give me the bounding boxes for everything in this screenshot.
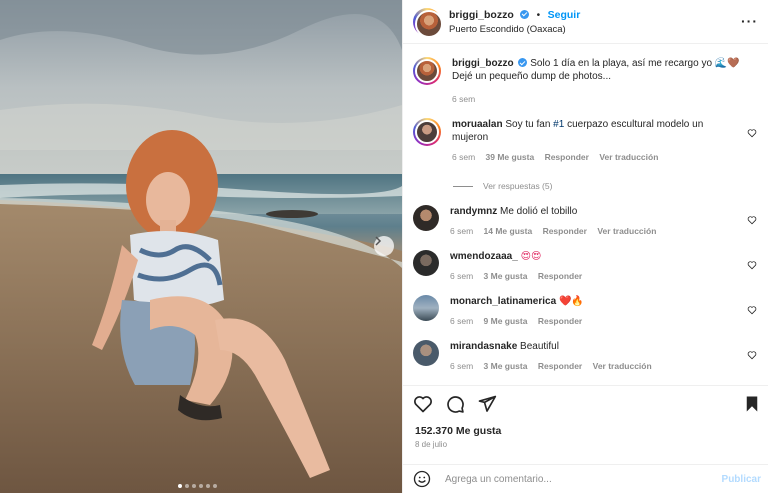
instagram-post: briggi_bozzo • Seguir Puerto Escondido (…: [0, 0, 768, 493]
author-avatar[interactable]: [413, 7, 443, 38]
carousel-dot: [192, 484, 196, 488]
comment: moruaalan Soy tu fan #1 cuerpazo escultu…: [413, 118, 759, 164]
comment: randymnz Me dolió el tobillo 6 sem 14 Me…: [413, 205, 759, 238]
post-location[interactable]: Puerto Escondido (Oaxaca): [449, 23, 580, 37]
comment-time: 6 sem: [450, 361, 474, 371]
caption: briggi_bozzo Solo 1 día en la playa, así…: [413, 57, 759, 106]
author-username[interactable]: briggi_bozzo: [449, 9, 514, 21]
send-icon[interactable]: [477, 394, 497, 414]
comment-avatar[interactable]: [413, 340, 439, 366]
comment-time: 6 sem: [452, 152, 476, 162]
comment-like-heart-icon[interactable]: [747, 215, 757, 225]
comment-likes[interactable]: 3 Me gusta: [484, 361, 528, 371]
reply-button[interactable]: Responder: [538, 316, 582, 326]
carousel-dot: [206, 484, 210, 488]
comment-hashtag-link[interactable]: #1: [553, 119, 564, 130]
comment-username[interactable]: moruaalan: [452, 119, 503, 130]
comment-like-heart-icon[interactable]: [747, 260, 757, 270]
comment-username[interactable]: monarch_latinamerica: [450, 296, 556, 307]
carousel-next-button[interactable]: [374, 236, 394, 256]
comment-composer: Publicar: [403, 464, 768, 493]
comment-avatar[interactable]: [413, 250, 439, 276]
comment-body: wmendozaaa_ 😍😍 6 sem 3 Me gusta Responde…: [450, 250, 740, 283]
comment-text: Soy tu fan: [505, 119, 554, 130]
comment-likes[interactable]: 9 Me gusta: [484, 316, 528, 326]
comment-time: 6 sem: [450, 316, 474, 326]
comment-like-heart-icon[interactable]: [747, 128, 757, 138]
caption-username[interactable]: briggi_bozzo: [452, 58, 514, 69]
comment-likes[interactable]: 39 Me gusta: [486, 152, 535, 162]
comment-text: Me dolió el tobillo: [500, 206, 578, 217]
replies-divider: [453, 185, 473, 187]
comment-username[interactable]: wmendozaaa_: [450, 251, 518, 262]
comment-meta: 6 sem 3 Me gusta Responder Ver traducció…: [450, 360, 740, 373]
comment-like-heart-icon[interactable]: [747, 350, 757, 360]
comment-text: Beautiful: [520, 341, 559, 352]
reply-button[interactable]: Responder: [538, 361, 582, 371]
carousel-dot: [185, 484, 189, 488]
comment: monarch_latinamerica ❤️🔥 6 sem 9 Me gust…: [413, 295, 759, 328]
carousel-dot: [199, 484, 203, 488]
reply-button[interactable]: Responder: [545, 152, 589, 162]
caption-time: 6 sem: [452, 94, 476, 104]
comment-body: monarch_latinamerica ❤️🔥 6 sem 9 Me gust…: [450, 295, 740, 328]
post-header: briggi_bozzo • Seguir Puerto Escondido (…: [403, 0, 768, 44]
post-actions: [403, 385, 768, 421]
comment-input[interactable]: [445, 473, 705, 485]
comment: mirandasnake Beautiful 6 sem 3 Me gusta …: [413, 340, 759, 373]
view-replies-label: Ver respuestas (5): [483, 181, 553, 191]
comment-meta: 6 sem 3 Me gusta Responder: [450, 270, 740, 283]
comment-avatar[interactable]: [413, 205, 439, 231]
comment-like-heart-icon[interactable]: [747, 305, 757, 315]
likes-count[interactable]: 152.370 Me gusta: [415, 425, 501, 437]
comment-body: randymnz Me dolió el tobillo 6 sem 14 Me…: [450, 205, 740, 238]
bookmark-icon[interactable]: [743, 395, 761, 413]
comment-text: ❤️🔥: [558, 296, 584, 307]
chevron-right-icon: [375, 236, 382, 246]
comment-username[interactable]: mirandasnake: [450, 341, 517, 352]
verified-badge-icon: [518, 58, 528, 67]
comment-avatar[interactable]: [413, 295, 439, 321]
separator-dot: •: [536, 9, 541, 21]
comment-username[interactable]: randymnz: [450, 206, 497, 217]
comment: wmendozaaa_ 😍😍 6 sem 3 Me gusta Responde…: [413, 250, 759, 283]
comment-meta: 6 sem 9 Me gusta Responder: [450, 315, 740, 328]
carousel-dot: [178, 484, 182, 488]
comment-icon[interactable]: [445, 394, 465, 414]
verified-badge-icon: [520, 9, 530, 19]
carousel-dot: [213, 484, 217, 488]
follow-button[interactable]: Seguir: [548, 9, 581, 21]
translate-button[interactable]: Ver traducción: [599, 152, 658, 162]
reply-button[interactable]: Responder: [538, 271, 582, 281]
reply-button[interactable]: Responder: [543, 226, 587, 236]
comment-meta: 6 sem 14 Me gusta Responder Ver traducci…: [450, 225, 740, 238]
post-photo[interactable]: [0, 0, 402, 493]
comment-avatar[interactable]: [413, 118, 441, 146]
author-info: briggi_bozzo • Seguir Puerto Escondido (…: [449, 7, 580, 37]
heart-icon[interactable]: [413, 394, 433, 414]
caption-meta: 6 sem: [452, 93, 742, 106]
carousel-dots: [178, 484, 217, 488]
comment-meta: 6 sem 39 Me gusta Responder Ver traducci…: [452, 151, 742, 164]
caption-avatar[interactable]: [413, 57, 441, 85]
beach-photo-illustration: [0, 0, 402, 493]
caption-body: briggi_bozzo Solo 1 día en la playa, así…: [452, 57, 742, 106]
comment-time: 6 sem: [450, 271, 474, 281]
post-side-panel: briggi_bozzo • Seguir Puerto Escondido (…: [402, 0, 768, 493]
comment-text: 😍😍: [520, 251, 542, 262]
comments-list[interactable]: briggi_bozzo Solo 1 día en la playa, así…: [403, 45, 768, 385]
publish-button[interactable]: Publicar: [722, 474, 761, 485]
comment-likes[interactable]: 3 Me gusta: [484, 271, 528, 281]
view-replies-button[interactable]: Ver respuestas (5): [453, 181, 759, 191]
translate-button[interactable]: Ver traducción: [593, 361, 652, 371]
smiley-icon[interactable]: [413, 470, 431, 488]
ellipsis-icon[interactable]: ···: [741, 13, 758, 29]
post-date: 8 de julio: [415, 440, 448, 449]
comment-body: moruaalan Soy tu fan #1 cuerpazo escultu…: [452, 118, 742, 164]
translate-button[interactable]: Ver traducción: [597, 226, 656, 236]
comment-body: mirandasnake Beautiful 6 sem 3 Me gusta …: [450, 340, 740, 373]
comment-time: 6 sem: [450, 226, 474, 236]
comment-likes[interactable]: 14 Me gusta: [484, 226, 533, 236]
